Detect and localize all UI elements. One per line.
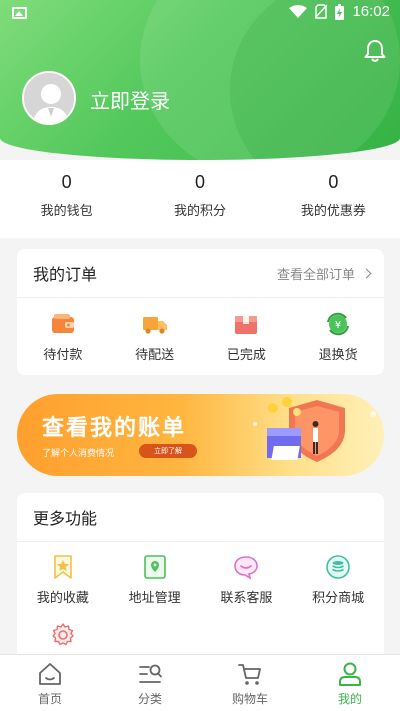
tab-home[interactable]: 首页 [0,655,100,711]
more-title: 更多功能 [33,509,98,528]
truck-icon [142,317,167,334]
user-icon [339,662,361,686]
order-status-row: 待付款 待配送 已完成 ¥ 退换货 [17,298,384,374]
bottom-tab-bar: 首页 分类 购物车 我的 [0,654,400,711]
learn-now-button[interactable]: 立即了解 [139,444,197,458]
coin-stack-icon [326,555,350,579]
tab-category[interactable]: 分类 [100,655,200,711]
func-address[interactable]: 地址管理 [109,542,201,610]
func-label: 地址管理 [128,591,181,606]
status-time: 16:02 [352,3,390,20]
more-header: 更多功能 [17,493,384,542]
bell-icon[interactable] [362,38,388,64]
tab-mine[interactable]: 我的 [300,655,400,711]
tab-cart[interactable]: 购物车 [200,655,300,711]
stat-value: 0 [194,172,205,192]
func-points-mall[interactable]: 积分商城 [292,542,384,610]
orders-title: 我的订单 [33,265,98,284]
status-bar: 16:02 [0,0,400,26]
order-label: 已完成 [226,348,266,363]
bookmark-star-icon [54,555,72,579]
more-functions-card: 更多功能 我的收藏 地址管理 联系客服 积分商城 [17,493,384,663]
exchange-icon: ¥ [327,312,350,336]
svg-text:¥: ¥ [335,320,341,331]
stat-points[interactable]: 0 我的积分 [133,160,266,238]
view-all-orders-link[interactable]: 查看全部订单 [276,264,372,283]
map-pin-icon [143,555,166,579]
home-icon [39,663,61,685]
bill-illustration [253,397,376,462]
tab-label: 分类 [137,692,162,706]
avatar[interactable] [22,71,76,125]
login-link[interactable]: 立即登录 [90,85,170,114]
order-label: 退换货 [318,348,358,363]
stat-wallet[interactable]: 0 我的钱包 [0,160,133,238]
gear-icon [52,623,74,646]
tab-label: 购物车 [231,692,268,706]
orders-card: 我的订单 查看全部订单 待付款 待配送 已完成 ¥ 退换货 [17,249,384,375]
func-customer-service[interactable]: 联系客服 [201,542,293,610]
account-stats: 0 我的钱包 0 我的积分 0 我的优惠券 [0,160,400,238]
func-favorites[interactable]: 我的收藏 [17,542,109,610]
box-icon [235,316,258,334]
wallet-icon [51,314,74,333]
profile-header: 16:02 立即登录 [0,0,400,160]
bill-banner[interactable]: 查看我的账单 了解个人消费情况 立即了解 [17,394,384,476]
order-to-ship[interactable]: 待配送 [109,298,201,374]
stat-coupons[interactable]: 0 我的优惠券 [267,160,400,238]
stat-label: 我的优惠券 [300,204,366,219]
order-label: 待配送 [135,348,175,363]
order-label: 待付款 [43,348,83,363]
tab-label: 首页 [37,692,62,706]
category-search-icon [139,664,162,683]
orders-header: 我的订单 查看全部订单 [17,249,384,298]
default-user-avatar-icon [24,73,74,123]
banner-title: 查看我的账单 [42,416,187,441]
stat-label: 我的积分 [173,204,226,219]
no-sim-icon [315,4,328,19]
banner-subtitle: 了解个人消费情况 [42,449,115,459]
stat-value: 0 [328,172,339,192]
stat-label: 我的钱包 [40,204,93,219]
func-label: 联系客服 [220,591,273,606]
order-pending-payment[interactable]: 待付款 [17,298,109,374]
chat-bubble-icon [234,556,259,580]
func-label: 积分商城 [312,591,365,606]
cart-icon [238,664,261,685]
tab-label: 我的 [337,692,362,706]
image-notification-icon [12,7,27,19]
chevron-right-icon [361,268,372,278]
func-label: 我的收藏 [36,591,89,606]
view-all-orders-label: 查看全部订单 [276,267,355,283]
battery-charging-icon [335,3,345,20]
stat-value: 0 [61,172,72,192]
wifi-icon [289,4,308,18]
order-completed[interactable]: 已完成 [201,298,293,374]
order-returns[interactable]: ¥ 退换货 [292,298,384,374]
